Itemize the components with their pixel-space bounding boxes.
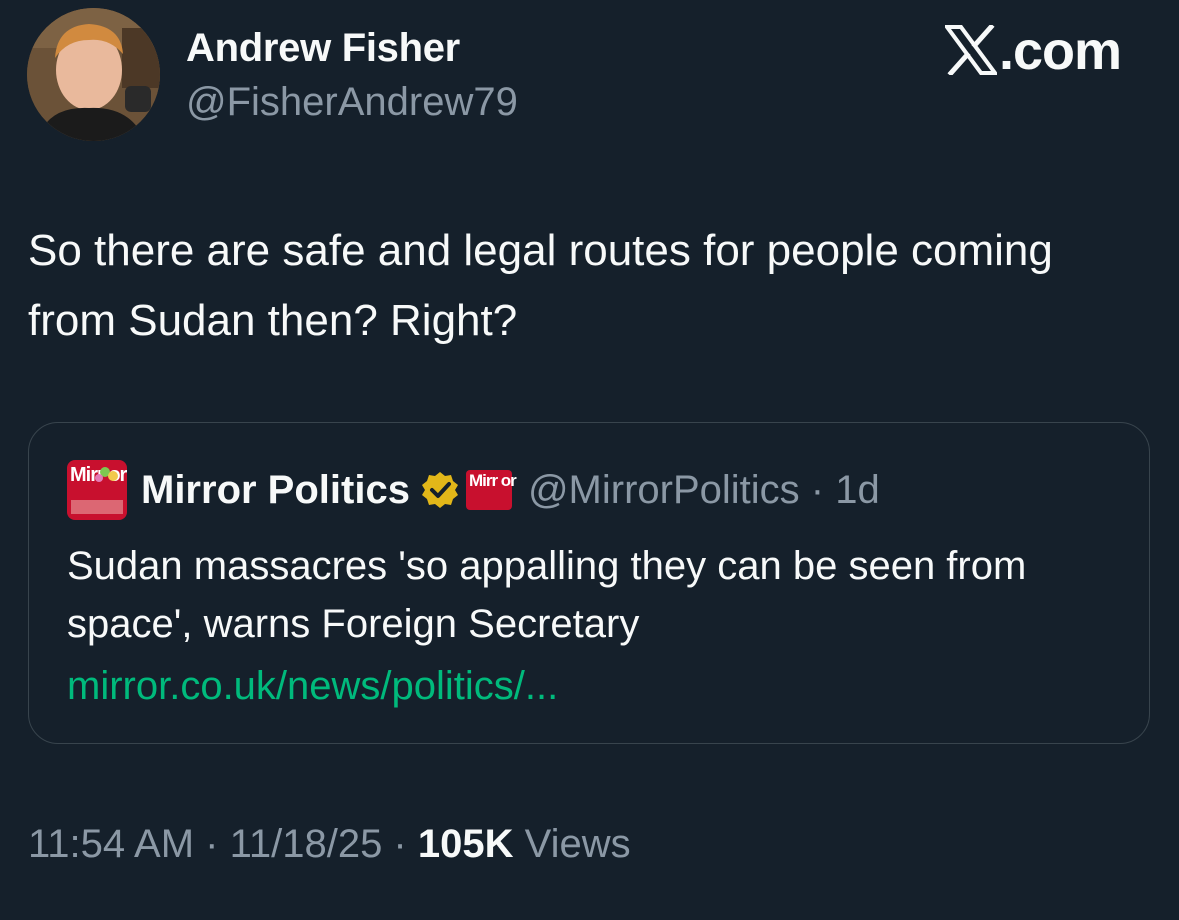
brand-watermark: .com bbox=[942, 21, 1122, 87]
x-logo-icon bbox=[942, 23, 999, 87]
quoted-author-name[interactable]: Mirror Politics bbox=[141, 468, 410, 513]
quoted-tweet-header: Mirr or Mirror Politics Mirr or @MirrorP… bbox=[67, 460, 880, 520]
views-count: 105K bbox=[417, 822, 514, 866]
tweet-text: So there are safe and legal routes for p… bbox=[28, 226, 1053, 345]
affiliate-badge-text: Mirr or bbox=[468, 471, 517, 490]
tweet-timestamp[interactable]: 11:54 AM · 11/18/25 · bbox=[28, 822, 418, 866]
quoted-author-handle-time[interactable]: @MirrorPolitics · 1d bbox=[528, 468, 880, 513]
author-avatar[interactable] bbox=[27, 8, 160, 141]
mirror-logo[interactable]: Mirr or bbox=[67, 460, 127, 520]
author-name[interactable]: Andrew Fisher bbox=[186, 24, 460, 72]
verified-badge-icon bbox=[421, 472, 458, 508]
tweet-meta: 11:54 AM · 11/18/25 · 105K Views bbox=[28, 818, 631, 870]
author-handle[interactable]: @FisherAndrew79 bbox=[186, 78, 518, 126]
quoted-tweet-card[interactable]: Mirr or Mirror Politics Mirr or @MirrorP… bbox=[28, 422, 1150, 744]
profile-photo bbox=[27, 8, 160, 141]
affiliate-badge[interactable]: Mirr or bbox=[465, 470, 517, 510]
brand-site-text: .com bbox=[998, 21, 1122, 81]
quoted-tweet-link[interactable]: mirror.co.uk/news/politics/... bbox=[67, 657, 558, 715]
views-label: Views bbox=[513, 822, 631, 866]
quoted-tweet-text: Sudan massacres 'so appalling they can b… bbox=[67, 544, 1027, 646]
